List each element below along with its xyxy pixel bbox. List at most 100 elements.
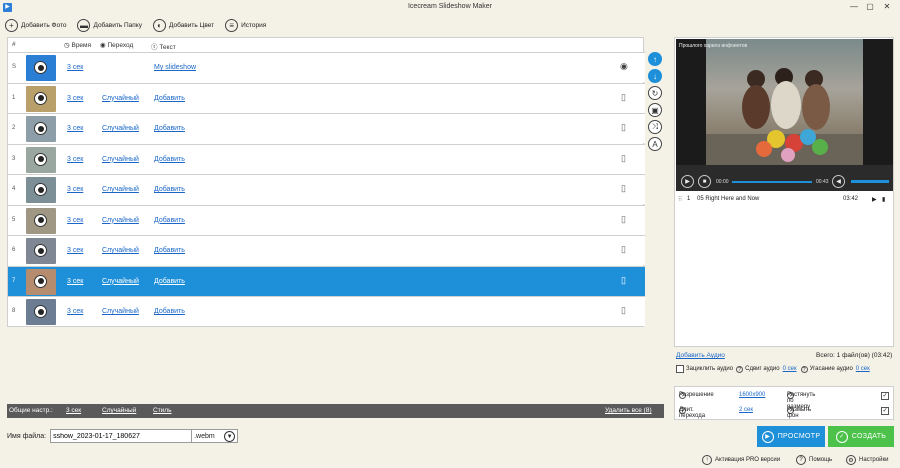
slide-text-link[interactable]: Добавить xyxy=(154,247,185,254)
slide-transition-link[interactable]: Случайный xyxy=(102,217,139,224)
add-color-button[interactable]: ◐ Добавить Цвет xyxy=(152,18,214,32)
play-icon[interactable] xyxy=(34,213,47,227)
slide-time-link[interactable]: 3 сек xyxy=(67,308,83,315)
slide-time-link[interactable]: 3 сек xyxy=(67,217,83,224)
play-icon[interactable] xyxy=(34,152,47,166)
add-folder-button[interactable]: ▬ Добавить Папку xyxy=(77,18,142,32)
format-select[interactable]: .webm ▼ xyxy=(192,429,239,443)
slide-text-link[interactable]: My slideshow xyxy=(154,64,196,71)
move-down-button[interactable]: ↓ xyxy=(648,69,662,83)
slide-transition-link[interactable]: Случайный xyxy=(102,95,139,102)
general-style-link[interactable]: Стиль xyxy=(153,407,171,414)
track-delete-icon[interactable]: ▮ xyxy=(882,196,885,203)
play-circle-icon: ▶ xyxy=(761,430,774,443)
slide-text-link[interactable]: Добавить xyxy=(154,95,185,102)
crop-button[interactable]: ▣ xyxy=(648,103,662,117)
play-button[interactable]: ▶ xyxy=(681,175,694,188)
table-row[interactable]: 3 3 сек Случайный Добавить ▯ xyxy=(8,143,645,174)
trash-icon[interactable]: ▯ xyxy=(621,275,630,286)
table-row[interactable]: 5 3 сек Случайный Добавить ▯ xyxy=(8,204,645,235)
add-photo-button[interactable]: + Добавить Фото xyxy=(5,18,66,32)
blur-checkbox[interactable]: ✓ xyxy=(881,407,889,415)
history-button[interactable]: ≡ История xyxy=(225,18,266,32)
play-icon[interactable] xyxy=(34,305,47,318)
header-time[interactable]: ◷ Время xyxy=(64,41,91,49)
play-icon[interactable] xyxy=(34,122,47,135)
rotate-button[interactable]: ↻ xyxy=(648,86,662,100)
slide-transition-link[interactable]: Случайный xyxy=(102,186,139,193)
shuffle-button[interactable]: ⤨ xyxy=(648,120,662,134)
trash-icon[interactable]: ▯ xyxy=(621,183,630,194)
play-icon[interactable] xyxy=(34,244,47,257)
play-icon[interactable] xyxy=(34,61,47,74)
help-icon[interactable]: ? xyxy=(800,365,808,373)
table-row[interactable]: S 3 сек My slideshow ◉ xyxy=(8,52,645,82)
header-transition[interactable]: ◉ Переход xyxy=(100,41,133,49)
slide-text-link[interactable]: Добавить xyxy=(154,308,185,315)
slide-time-link[interactable]: 3 сек xyxy=(67,156,83,163)
slide-text-link[interactable]: Добавить xyxy=(154,217,185,224)
slide-transition-link[interactable]: Случайный xyxy=(102,308,139,315)
slide-text-link[interactable]: Добавить xyxy=(154,125,185,132)
table-row[interactable]: 8 3 сек Случайный Добавить ▯ xyxy=(8,296,645,326)
track-play-icon[interactable]: ▶ xyxy=(872,196,877,203)
general-time-link[interactable]: 3 сек xyxy=(66,407,81,414)
preview-button[interactable]: ▶ ПРОСМОТР xyxy=(757,426,825,447)
volume-slider[interactable] xyxy=(851,180,889,183)
slide-transition-link[interactable]: Случайный xyxy=(102,247,139,254)
close-button[interactable]: ✕ xyxy=(881,2,893,11)
trash-icon[interactable]: ▯ xyxy=(621,92,630,103)
move-up-button[interactable]: ↑ xyxy=(648,52,662,66)
slide-time-link[interactable]: 3 сек xyxy=(67,125,83,132)
volume-icon[interactable]: ◀ xyxy=(832,175,845,188)
play-icon[interactable] xyxy=(34,274,47,288)
drag-handle-icon[interactable]: ⠿ xyxy=(678,196,682,203)
slide-text-link[interactable]: Добавить xyxy=(154,156,185,163)
eye-icon[interactable]: ◉ xyxy=(620,61,628,72)
loop-audio-checkbox[interactable] xyxy=(676,365,684,373)
table-row[interactable]: 6 3 сек Случайный Добавить ▯ xyxy=(8,235,645,265)
audio-track-row[interactable]: ⠿ 1 05 Right Here and Now 03:42 ▶ ▮ xyxy=(677,195,892,205)
trash-icon[interactable]: ▯ xyxy=(621,214,630,225)
settings-link[interactable]: ⚙ Настройки xyxy=(846,455,888,465)
slide-transition-link[interactable]: Случайный xyxy=(102,125,139,132)
general-transition-link[interactable]: Случайный xyxy=(102,407,136,414)
slide-time-link[interactable]: 3 сек xyxy=(67,278,83,285)
slide-transition-link[interactable]: Случайный xyxy=(102,156,139,163)
trash-icon[interactable]: ▯ xyxy=(621,305,630,316)
create-button[interactable]: ✓ СОЗДАТЬ xyxy=(828,426,894,447)
file-name-input[interactable] xyxy=(50,429,193,443)
help-icon[interactable]: ? xyxy=(736,365,744,373)
delete-all-link[interactable]: Удалить все (8) xyxy=(605,407,652,414)
play-icon[interactable] xyxy=(34,183,47,196)
table-row[interactable]: 1 3 сек Случайный Добавить ▯ xyxy=(8,82,645,113)
play-icon[interactable] xyxy=(34,91,47,105)
maximize-button[interactable]: ▢ xyxy=(864,2,876,11)
slide-text-link[interactable]: Добавить xyxy=(154,186,185,193)
audio-fade-value[interactable]: 0 сек xyxy=(856,366,870,372)
table-row[interactable]: 7 3 сек Случайный Добавить ▯ xyxy=(8,265,645,296)
audio-shift-value[interactable]: 0 сек xyxy=(783,366,797,372)
trash-icon[interactable]: ▯ xyxy=(621,122,630,133)
auto-button[interactable]: A xyxy=(648,137,662,151)
trash-icon[interactable]: ▯ xyxy=(621,244,630,255)
help-link[interactable]: ? Помощь xyxy=(796,455,832,465)
resolution-value[interactable]: 1600x900 xyxy=(739,392,765,398)
table-row[interactable]: 2 3 сек Случайный Добавить ▯ xyxy=(8,113,645,143)
slide-transition-link[interactable]: Случайный xyxy=(102,278,139,285)
slide-time-link[interactable]: 3 сек xyxy=(67,95,83,102)
stop-button[interactable]: ■ xyxy=(698,175,711,188)
header-text[interactable]: ⓣ Текст xyxy=(151,41,176,51)
slide-text-link[interactable]: Добавить xyxy=(154,278,185,285)
slide-time-link[interactable]: 3 сек xyxy=(67,64,83,71)
slide-time-link[interactable]: 3 сек xyxy=(67,247,83,254)
table-row[interactable]: 4 3 сек Случайный Добавить ▯ xyxy=(8,174,645,204)
activate-pro-link[interactable]: ↑ Активация PRO версии xyxy=(702,455,780,465)
minimize-button[interactable]: — xyxy=(848,2,860,11)
trash-icon[interactable]: ▯ xyxy=(621,153,630,164)
progress-slider[interactable] xyxy=(732,181,812,183)
stretch-checkbox[interactable]: ✓ xyxy=(881,392,889,400)
slide-time-link[interactable]: 3 сек xyxy=(67,186,83,193)
add-audio-link[interactable]: Добавить Аудио xyxy=(676,352,725,359)
transition-length-value[interactable]: 2 сек xyxy=(739,407,753,413)
